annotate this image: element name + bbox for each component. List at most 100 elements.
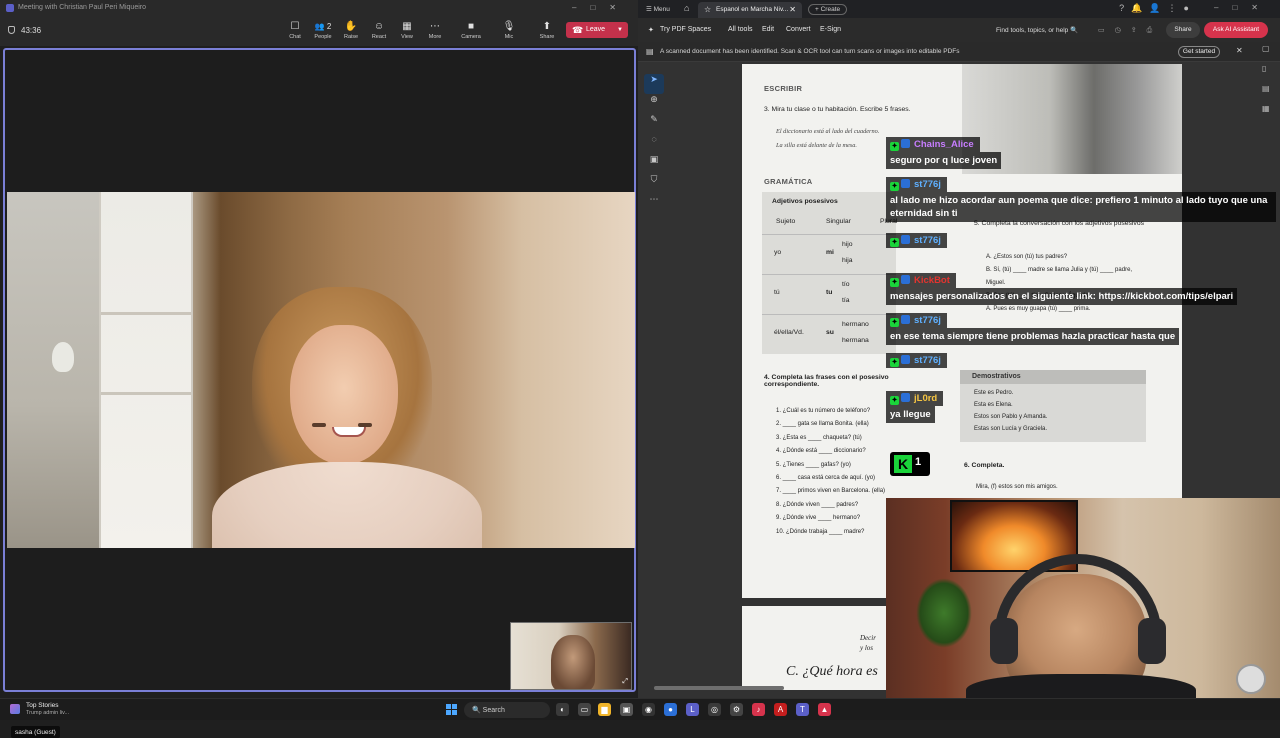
select-icon[interactable]: ➤ <box>644 74 664 94</box>
subscriber-badge-icon <box>901 139 910 148</box>
browser-icon[interactable]: ◎ <box>708 703 721 716</box>
widgets-icon[interactable]: ◐ <box>556 703 569 716</box>
window-controls[interactable]: –□✕ <box>1214 3 1272 12</box>
people-button[interactable]: 👥 2 People <box>310 19 336 40</box>
kick-viewer-badge: K1 <box>890 452 930 476</box>
app-icon[interactable]: ◉ <box>642 703 655 716</box>
raise-hand-icon: ✋ <box>344 21 358 32</box>
news-title: Top Stories <box>26 702 59 709</box>
chevron-down-icon[interactable]: ▼ <box>617 22 623 38</box>
meeting-title: Meeting with Christian Paul Peri Miqueir… <box>18 4 146 11</box>
example-line: La silla está delante de la mesa. <box>776 142 857 149</box>
mic-button[interactable]: 🎙 Mic <box>496 19 522 40</box>
expand-icon[interactable]: ⤢ <box>622 678 628 686</box>
chat-username[interactable]: ✦ st776j <box>886 353 947 368</box>
pdf-spaces-icon[interactable]: ✦ <box>648 26 654 34</box>
toolbar-label: Camera <box>461 34 481 40</box>
menu-all-tools[interactable]: All tools <box>728 26 753 33</box>
menu-convert[interactable]: Convert <box>786 26 811 33</box>
people-icon: 👥 2 <box>314 22 332 31</box>
bookmark-icon[interactable]: ▯ <box>1262 64 1274 84</box>
chat-message: ✦ jL0rd ya llegue <box>886 388 944 423</box>
guest-name-tag: sasha (Guest) <box>11 726 60 738</box>
chat-username[interactable]: ✦ st776j <box>886 313 947 328</box>
menu-esign[interactable]: E-Sign <box>820 26 841 33</box>
close-icon[interactable]: ✕ <box>1236 46 1243 55</box>
chat-button[interactable]: ☐ Chat <box>282 19 308 40</box>
table-row: tú tu tío tía <box>762 274 896 314</box>
lasso-icon[interactable]: ◌ <box>644 134 664 154</box>
search-icon[interactable]: 🔍 <box>1070 27 1078 34</box>
chat-username[interactable]: ✦ KickBot <box>886 273 956 288</box>
taskbar-search[interactable]: 🔍 Search <box>464 702 550 718</box>
windows-start-icon[interactable] <box>446 704 457 715</box>
chat-username[interactable]: ✦ jL0rd <box>886 391 944 406</box>
pdf-menubar: ✦ Try PDF Spaces All tools Edit Convert … <box>638 18 1280 42</box>
share-button[interactable]: ⬆ Share <box>534 19 560 40</box>
view-button[interactable]: ▦ View <box>394 19 420 40</box>
zoom-icon[interactable]: ⊕ <box>644 94 664 114</box>
more-button[interactable]: ⋯ More <box>422 19 448 40</box>
menu-spaces[interactable]: Try PDF Spaces <box>660 26 711 33</box>
ask-ai-button[interactable]: Ask AI Assistant <box>1204 22 1268 38</box>
stamp-icon[interactable]: ⛉ <box>644 174 664 194</box>
star-icon[interactable]: ☆ <box>704 5 711 14</box>
close-icon[interactable]: ✕ <box>789 5 796 14</box>
chat-username[interactable]: ✦ st776j <box>886 177 947 192</box>
table-cell: él/ella/Vd. <box>774 329 804 336</box>
store-icon[interactable]: ▣ <box>620 703 633 716</box>
settings-icon[interactable]: ⚙ <box>730 703 743 716</box>
right-panel-icons[interactable]: ▢ ▯ ▤ ▦ <box>1262 44 1274 124</box>
share-button[interactable]: Share <box>1166 22 1200 38</box>
teams-app-icon[interactable]: T <box>796 703 809 716</box>
pen-icon[interactable]: ✎ <box>644 114 664 134</box>
file-explorer-icon[interactable]: ▆ <box>598 703 611 716</box>
react-button[interactable]: ☺ React <box>366 19 392 40</box>
chat-username[interactable]: ✦ Chains_Alice <box>886 137 980 152</box>
get-started-button[interactable]: Get started <box>1178 46 1220 58</box>
toolbar-icons[interactable]: ▭◷⇪⎙ <box>1098 26 1162 35</box>
acrobat-active-icon[interactable]: ▲ <box>818 703 831 716</box>
window-controls[interactable]: –□✕ <box>572 3 630 12</box>
exercise-line: 9. ¿Dónde vive ____ hermano? <box>776 515 861 522</box>
toolbar-label: Chat <box>289 34 301 40</box>
home-icon[interactable]: ⌂ <box>684 3 689 13</box>
self-view-video[interactable]: ⤢ <box>510 622 632 690</box>
col-header: Sujeto <box>776 218 796 225</box>
subscriber-badge-icon <box>901 393 910 402</box>
task-view-icon[interactable]: ▭ <box>578 703 591 716</box>
chrome-icon[interactable]: ● <box>664 703 677 716</box>
tab-document[interactable]: ☆ Espanol en Marcha Niv... ✕ <box>698 2 802 18</box>
create-button[interactable]: + Create <box>808 4 848 15</box>
horizontal-scrollbar[interactable] <box>654 686 784 690</box>
comment-icon[interactable]: ▢ <box>1262 44 1274 64</box>
menu-edit[interactable]: Edit <box>762 26 774 33</box>
meeting-timer: 43:36 <box>8 26 41 35</box>
table-cell: hija <box>842 257 853 264</box>
teams-icon[interactable]: L <box>686 703 699 716</box>
more-icon: ⋯ <box>430 21 440 32</box>
layers-icon[interactable]: ▦ <box>1262 104 1274 124</box>
meeting-toolbar: 43:36 ☐ Chat 👥 2 People ✋ Raise ☺ React ▦ View ⋯ Mo… <box>0 16 638 46</box>
page2-heading: C. ¿Qué hora es <box>786 664 878 679</box>
subscriber-badge-icon <box>901 235 910 244</box>
text-box-icon[interactable]: ▣ <box>644 154 664 174</box>
raise-button[interactable]: ✋ Raise <box>338 19 364 40</box>
section-escribir: ESCRIBIR <box>764 84 803 93</box>
table-cell: mi <box>826 249 834 256</box>
search-icon: 🔍 <box>472 707 481 714</box>
chat-username[interactable]: ✦ st776j <box>886 233 947 248</box>
acrobat-icon[interactable]: A <box>774 703 787 716</box>
tiktok-icon[interactable]: ♪ <box>752 703 765 716</box>
tab-toolbar-icons[interactable]: ?🔔👤⋮● <box>1119 3 1196 14</box>
section-gramatica: GRAMÁTICA <box>764 177 813 186</box>
participant-person <box>212 287 482 548</box>
find-tools-search[interactable]: Find tools, topics, or help 🔍 <box>996 26 1078 34</box>
leave-button[interactable]: ☎ Leave ▼ <box>566 22 628 38</box>
pages-icon[interactable]: ▤ <box>1262 84 1274 104</box>
camera-button[interactable]: ■ Camera <box>458 19 484 40</box>
more-tools-icon[interactable]: ⋯ <box>644 194 664 214</box>
camera-icon: ■ <box>467 21 475 32</box>
menu-button[interactable]: ☰ Menu <box>646 5 670 13</box>
phone-icon: ☎ <box>572 25 584 35</box>
